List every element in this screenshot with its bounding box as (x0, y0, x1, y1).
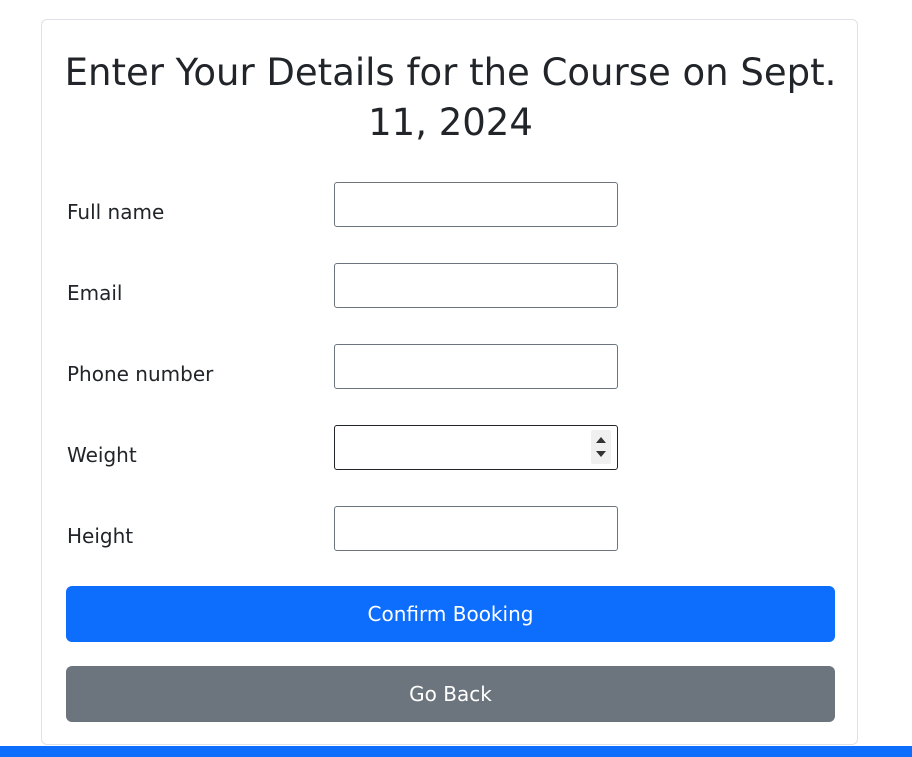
full-name-input[interactable] (334, 182, 618, 227)
height-label: Height (67, 524, 134, 548)
weight-row: Weight (67, 425, 627, 471)
email-row: Email (67, 263, 627, 309)
number-spinner-icon[interactable] (591, 430, 611, 464)
height-input[interactable] (334, 506, 618, 551)
email-input[interactable] (334, 263, 618, 308)
go-back-button[interactable]: Go Back (66, 666, 835, 722)
weight-label: Weight (67, 443, 137, 467)
phone-number-label: Phone number (67, 362, 214, 386)
bottom-bar (0, 746, 912, 757)
full-name-row: Full name (67, 182, 627, 228)
confirm-booking-button[interactable]: Confirm Booking (66, 586, 835, 642)
spinner-up-icon[interactable] (596, 437, 606, 443)
booking-form-card: Enter Your Details for the Course on Sep… (41, 19, 858, 745)
page-title: Enter Your Details for the Course on Sep… (64, 51, 837, 144)
spinner-down-icon[interactable] (596, 451, 606, 457)
weight-input[interactable] (334, 425, 618, 470)
phone-number-input[interactable] (334, 344, 618, 389)
phone-number-row: Phone number (67, 344, 627, 390)
email-label: Email (67, 281, 123, 305)
height-row: Height (67, 506, 627, 552)
full-name-label: Full name (67, 200, 165, 224)
